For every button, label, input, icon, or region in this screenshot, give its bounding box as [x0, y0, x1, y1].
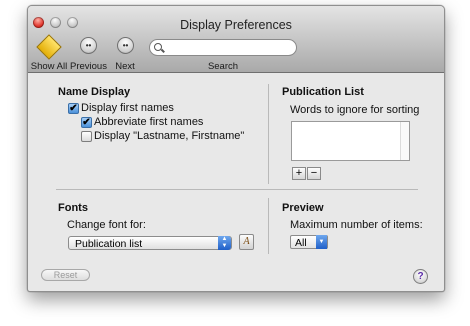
- abbreviate-first-names-label: Abbreviate first names: [94, 116, 204, 128]
- display-first-names-label: Display first names: [81, 102, 174, 114]
- font-picker-icon[interactable]: A: [239, 234, 254, 250]
- preferences-window: Display Preferences Show All •• Previous…: [27, 5, 445, 292]
- search-input[interactable]: [164, 41, 290, 54]
- show-all-icon: [36, 34, 62, 60]
- search-box[interactable]: [149, 39, 297, 56]
- vertical-divider-top: [268, 84, 269, 184]
- ignore-words-label: Words to ignore for sorting: [290, 104, 420, 116]
- horizontal-divider: [56, 189, 418, 190]
- display-first-names-checkbox[interactable]: [68, 103, 79, 114]
- max-items-value: All: [295, 237, 307, 249]
- fonts-heading: Fonts: [58, 202, 88, 214]
- change-font-label: Change font for:: [67, 219, 146, 231]
- search-icon: [154, 43, 162, 51]
- ignore-words-scrollbar[interactable]: [400, 122, 409, 160]
- lastname-firstname-checkbox[interactable]: [81, 131, 92, 142]
- ignore-words-list[interactable]: [291, 121, 410, 161]
- vertical-divider-bottom: [268, 198, 269, 254]
- show-all-label: Show All: [30, 61, 68, 72]
- search-label: Search: [207, 61, 239, 72]
- name-display-heading: Name Display: [58, 86, 131, 98]
- remove-word-button[interactable]: −: [307, 167, 321, 180]
- next-icon: ••: [117, 37, 134, 54]
- preview-heading: Preview: [282, 202, 324, 214]
- max-items-select[interactable]: All ▼: [290, 235, 328, 249]
- window-title: Display Preferences: [180, 18, 292, 32]
- previous-icon: ••: [80, 37, 97, 54]
- publication-list-heading: Publication List: [282, 86, 364, 98]
- help-icon[interactable]: ?: [413, 269, 428, 284]
- max-items-label: Maximum number of items:: [290, 219, 423, 231]
- chevron-down-icon: ▼: [316, 235, 327, 249]
- add-word-button[interactable]: +: [292, 167, 306, 180]
- reset-button[interactable]: Reset: [41, 269, 90, 281]
- next-label: Next: [115, 61, 135, 72]
- font-target-value: Publication list: [75, 238, 143, 250]
- font-target-popup[interactable]: Publication list ▲ ▼: [68, 236, 232, 250]
- lastname-firstname-label: Display "Lastname, Firstname": [94, 130, 245, 142]
- abbreviate-first-names-checkbox[interactable]: [81, 117, 92, 128]
- popup-arrows-icon: ▲ ▼: [218, 236, 231, 250]
- previous-label: Previous: [70, 61, 107, 72]
- toolbar: Display Preferences Show All •• Previous…: [28, 6, 444, 73]
